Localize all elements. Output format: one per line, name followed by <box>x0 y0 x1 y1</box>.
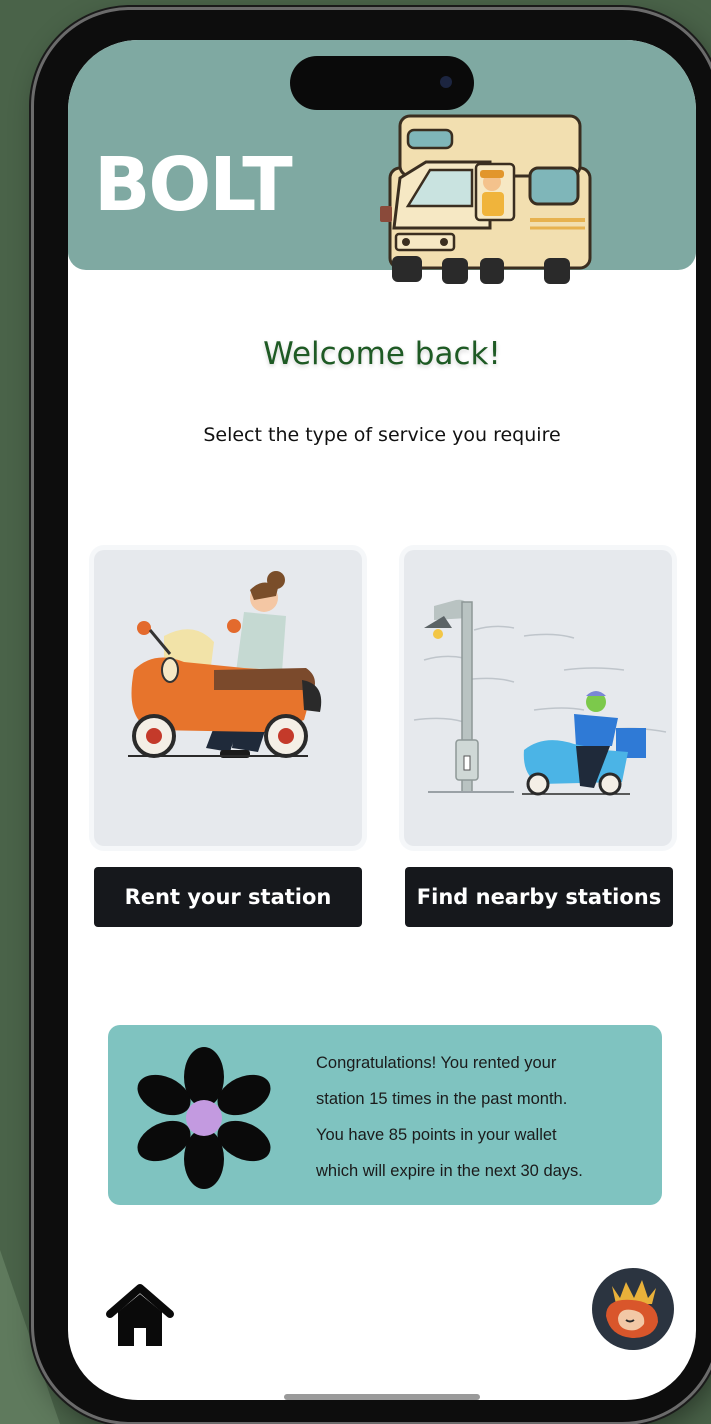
find-nearby-stations-button[interactable]: Find nearby stations <box>405 867 673 927</box>
person-on-scooter-illustration <box>128 571 322 758</box>
find-stations-card[interactable] <box>404 550 672 846</box>
rewards-message: Congratulations! You rented your station… <box>316 1054 583 1180</box>
avatar-face-icon <box>606 1280 658 1338</box>
header: BOLT <box>68 40 696 284</box>
rent-station-card[interactable] <box>94 550 362 846</box>
service-prompt: Select the type of service you require <box>203 424 561 446</box>
home-indicator <box>284 1394 480 1400</box>
rewards-banner: Congratulations! You rented your station… <box>108 1025 662 1205</box>
camper-van-illustration <box>380 114 592 284</box>
rent-station-button[interactable]: Rent your station <box>94 867 362 927</box>
home-icon[interactable] <box>104 1280 176 1352</box>
app-screen: BOLT Welcome back! Select the type of se… <box>68 40 696 1400</box>
profile-avatar[interactable] <box>592 1268 674 1350</box>
flower-icon <box>137 1047 271 1189</box>
street-lamp-scooter-illustration <box>413 599 667 796</box>
brand-logo: BOLT <box>94 142 293 228</box>
welcome-heading: Welcome back! <box>263 336 501 372</box>
dynamic-island <box>290 56 474 110</box>
camera-icon <box>440 76 452 88</box>
